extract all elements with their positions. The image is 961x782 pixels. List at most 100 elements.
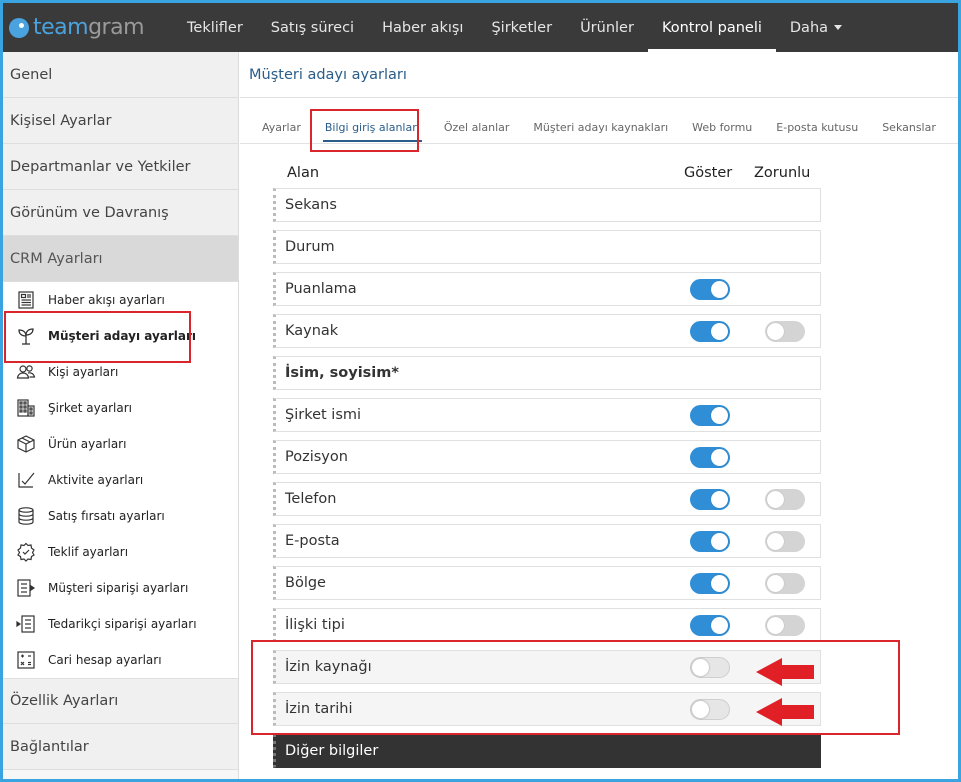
show-toggle[interactable]: [690, 447, 730, 468]
sprout-icon: [15, 326, 37, 346]
sidebar-item-musteri-adayi[interactable]: Müşteri adayı ayarları: [3, 318, 238, 354]
nav-haber-akisi[interactable]: Haber akışı: [368, 3, 477, 52]
required-toggle[interactable]: [765, 531, 805, 552]
show-toggle[interactable]: [690, 699, 730, 720]
nav-teklifler[interactable]: Teklifler: [173, 3, 257, 52]
field-label: Kaynak: [285, 323, 339, 339]
show-toggle[interactable]: [690, 531, 730, 552]
column-header-alan: Alan: [287, 165, 320, 181]
tab-ozel-alanlar[interactable]: Özel alanlar: [444, 112, 510, 144]
field-label: Şirket ismi: [285, 407, 362, 423]
sidebar-item-satis-firsati[interactable]: Satış fırsatı ayarları: [3, 498, 238, 534]
nav-daha[interactable]: Daha: [776, 3, 856, 52]
field-label: Pozisyon: [285, 449, 348, 465]
field-label: Telefon: [285, 491, 337, 507]
toggle-knob: [711, 617, 728, 634]
field-row[interactable]: Şirket ismi: [273, 398, 821, 432]
sidebar-section-departmanlar[interactable]: Departmanlar ve Yetkiler: [3, 144, 238, 190]
building-icon: [15, 398, 37, 418]
field-row[interactable]: E-posta: [273, 524, 821, 558]
show-toggle[interactable]: [690, 321, 730, 342]
sidebar-section-crm[interactable]: CRM Ayarları: [3, 236, 238, 282]
sidebar-item-urun[interactable]: Ürün ayarları: [3, 426, 238, 462]
toggle-knob: [767, 323, 784, 340]
sidebar-item-haber-akisi[interactable]: Haber akışı ayarları: [3, 282, 238, 318]
toggle-knob: [692, 701, 709, 718]
field-row[interactable]: İzin kaynağı: [273, 650, 821, 684]
toggle-knob: [711, 407, 728, 424]
page-title: Müşteri adayı ayarları: [240, 52, 958, 98]
group-header-label: Diğer bilgiler: [285, 743, 379, 759]
field-row[interactable]: Puanlama: [273, 272, 821, 306]
database-icon: [15, 506, 37, 526]
order-out-icon: [15, 578, 37, 598]
nav-satis-sureci[interactable]: Satış süreci: [257, 3, 368, 52]
show-toggle[interactable]: [690, 657, 730, 678]
tab-web-formu[interactable]: Web formu: [692, 112, 752, 144]
settings-sidebar: Genel Kişisel Ayarlar Departmanlar ve Ye…: [3, 52, 239, 779]
field-label: E-posta: [285, 533, 340, 549]
nav-urunler[interactable]: Ürünler: [566, 3, 648, 52]
show-toggle[interactable]: [690, 489, 730, 510]
caret-down-icon: [834, 25, 843, 30]
sidebar-item-kisi[interactable]: Kişi ayarları: [3, 354, 238, 390]
field-row[interactable]: İzin tarihi: [273, 692, 821, 726]
toggle-knob: [711, 281, 728, 298]
nav-kontrol-paneli[interactable]: Kontrol paneli: [647, 3, 776, 52]
field-row[interactable]: Pozisyon: [273, 440, 821, 474]
sidebar-item-tedarikci-siparisi[interactable]: Tedarikçi siparişi ayarları: [3, 606, 238, 642]
column-header-zorunlu: Zorunlu: [754, 165, 811, 181]
badge-icon: [15, 542, 37, 562]
sidebar-section-genel[interactable]: Genel: [3, 52, 238, 98]
toggle-knob: [692, 659, 709, 676]
field-row[interactable]: Durum: [273, 230, 821, 264]
sidebar-item-aktivite[interactable]: Aktivite ayarları: [3, 462, 238, 498]
toggle-knob: [711, 533, 728, 550]
required-toggle[interactable]: [765, 489, 805, 510]
sidebar-item-musteri-siparisi[interactable]: Müşteri siparişi ayarları: [3, 570, 238, 606]
checkmark-icon: [15, 470, 37, 490]
arrow-left-icon: [756, 658, 814, 686]
toggle-knob: [711, 575, 728, 592]
field-row[interactable]: Telefon: [273, 482, 821, 516]
tab-sekanslar[interactable]: Sekanslar: [882, 112, 936, 144]
show-toggle[interactable]: [690, 615, 730, 636]
toggle-knob: [711, 491, 728, 508]
tab-eposta-kutusu[interactable]: E-posta kutusu: [776, 112, 858, 144]
show-toggle[interactable]: [690, 279, 730, 300]
teamgram-logo[interactable]: teamgram: [3, 3, 173, 52]
tab-bilgi-giris-alanlari[interactable]: Bilgi giriş alanları: [322, 112, 422, 144]
settings-tabs: Ayarlar Bilgi giriş alanları Özel alanla…: [240, 112, 958, 144]
sidebar-item-teklif[interactable]: Teklif ayarları: [3, 534, 238, 570]
nav-sirketler[interactable]: Şirketler: [477, 3, 566, 52]
people-icon: [15, 362, 37, 382]
tab-ayarlar[interactable]: Ayarlar: [262, 112, 301, 144]
field-row[interactable]: İsim, soyisim*: [273, 356, 821, 390]
field-row[interactable]: Sekans: [273, 188, 821, 222]
toggle-knob: [711, 449, 728, 466]
main-content: Müşteri adayı ayarları Ayarlar Bilgi gir…: [240, 52, 958, 779]
field-row[interactable]: Bölge: [273, 566, 821, 600]
required-toggle[interactable]: [765, 573, 805, 594]
toggle-knob: [767, 491, 784, 508]
calculator-icon: [15, 650, 37, 670]
toggle-knob: [711, 323, 728, 340]
sidebar-item-cari-hesap[interactable]: Cari hesap ayarları: [3, 642, 238, 678]
show-toggle[interactable]: [690, 405, 730, 426]
show-toggle[interactable]: [690, 573, 730, 594]
sidebar-item-sirket[interactable]: Şirket ayarları: [3, 390, 238, 426]
field-row[interactable]: İlişki tipi: [273, 608, 821, 642]
sidebar-section-kisisel[interactable]: Kişisel Ayarlar: [3, 98, 238, 144]
required-toggle[interactable]: [765, 615, 805, 636]
field-label: Puanlama: [285, 281, 357, 297]
required-toggle[interactable]: [765, 321, 805, 342]
sidebar-section-ozellik[interactable]: Özellik Ayarları: [3, 678, 238, 724]
field-label: İzin kaynağı: [285, 659, 372, 675]
sidebar-section-baglantilar[interactable]: Bağlantılar: [3, 724, 238, 770]
tab-musteri-adayi-kaynaklari[interactable]: Müşteri adayı kaynakları: [533, 112, 668, 144]
group-header-diger-bilgiler[interactable]: Diğer bilgiler: [273, 734, 821, 768]
field-row[interactable]: Kaynak: [273, 314, 821, 348]
top-navigation: teamgram Teklifler Satış süreci Haber ak…: [3, 3, 958, 52]
logo-icon: [9, 17, 29, 38]
sidebar-section-gorunum[interactable]: Görünüm ve Davranış: [3, 190, 238, 236]
